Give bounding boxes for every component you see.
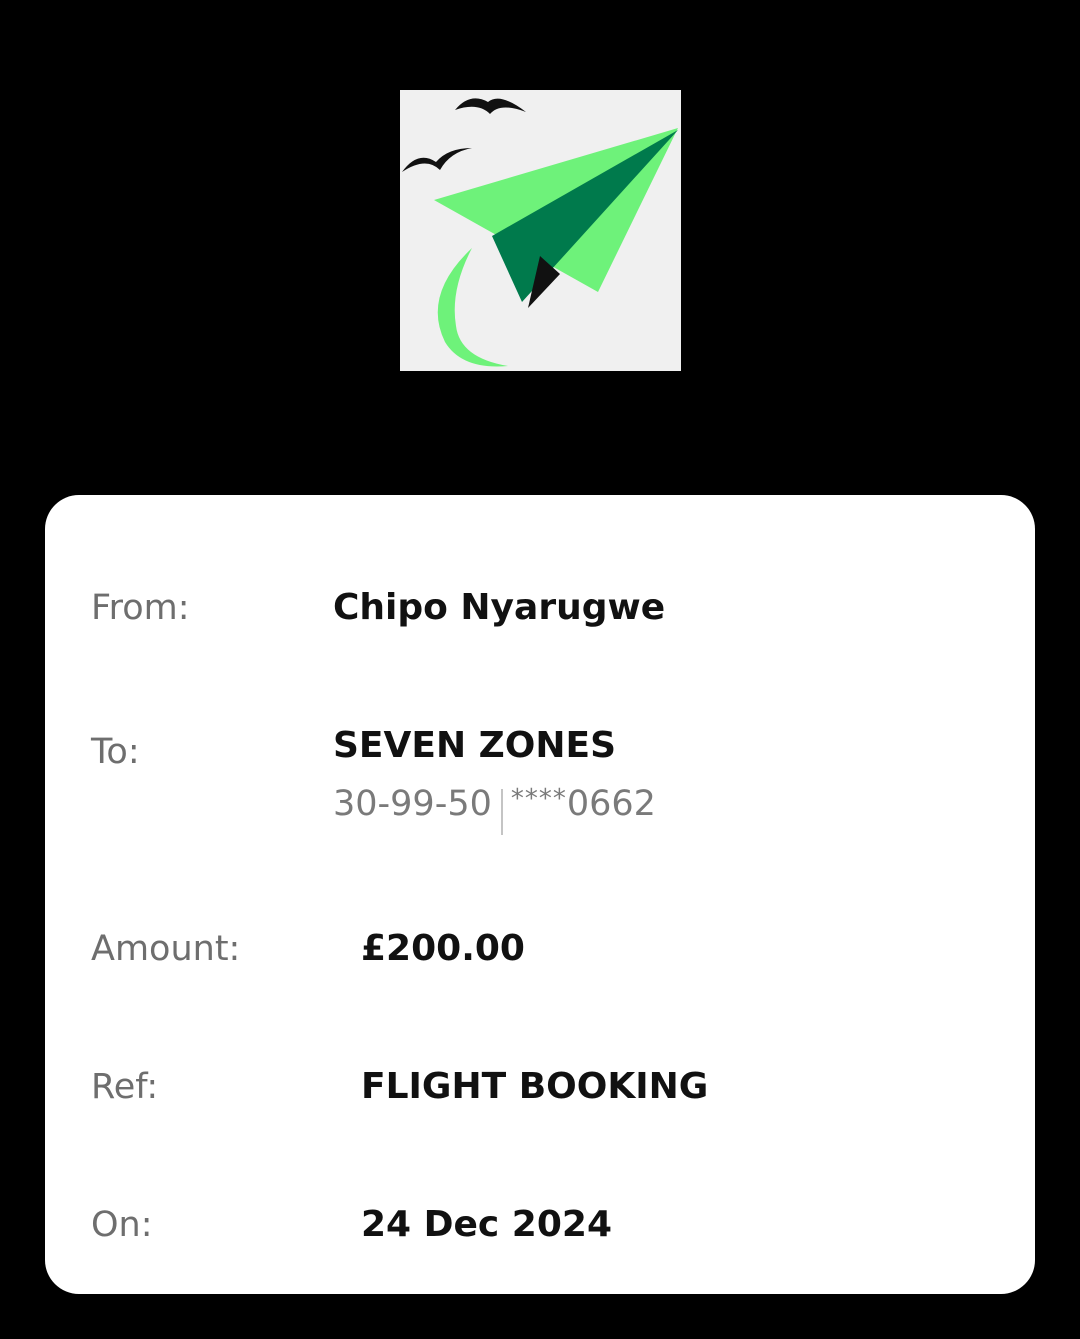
payee-name: SEVEN ZONES bbox=[333, 725, 616, 766]
to-label: To: bbox=[91, 732, 140, 772]
payee-account-details: 30-99-50 **** 0662 bbox=[333, 784, 656, 835]
bird-icon bbox=[402, 148, 472, 172]
amount-value: £200.00 bbox=[361, 928, 525, 969]
paper-plane-icon bbox=[402, 98, 678, 367]
ref-label: Ref: bbox=[91, 1067, 159, 1107]
divider bbox=[500, 789, 503, 835]
from-label: From: bbox=[91, 588, 190, 628]
payment-receipt-card: From: Chipo Nyarugwe To: SEVEN ZONES 30-… bbox=[45, 495, 1035, 1294]
from-name: Chipo Nyarugwe bbox=[333, 587, 666, 628]
sort-code: 30-99-50 bbox=[333, 784, 492, 824]
account-mask: **** bbox=[510, 784, 567, 814]
bird-icon bbox=[455, 98, 526, 114]
date-label: On: bbox=[91, 1205, 153, 1245]
paper-plane-logo bbox=[400, 90, 681, 371]
reference-value: FLIGHT BOOKING bbox=[361, 1066, 709, 1107]
amount-label: Amount: bbox=[91, 929, 241, 969]
date-value: 24 Dec 2024 bbox=[361, 1204, 612, 1245]
account-number-last4: 0662 bbox=[566, 784, 656, 824]
trail-swoosh bbox=[437, 248, 508, 367]
